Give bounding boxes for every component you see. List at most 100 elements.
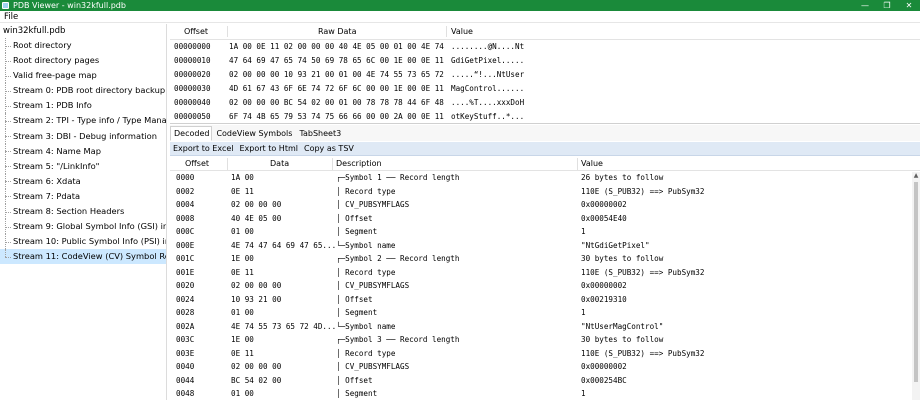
menu-file[interactable]: File <box>0 11 22 23</box>
decoded-description-cell: │ Record type <box>336 267 396 277</box>
decoded-offset-cell: 0002 <box>176 186 195 196</box>
tree-item[interactable]: Stream 8: Section Headers <box>0 204 166 220</box>
decoded-scrollbar[interactable]: ▲ <box>912 172 920 400</box>
scrollbar-thumb[interactable] <box>914 182 918 382</box>
decoded-row[interactable]: 0044 BC 54 02 00 │ Offset 0x000254BC <box>170 374 920 388</box>
decoded-value-cell: 30 bytes to follow <box>581 254 664 263</box>
raw-col-value[interactable]: Value <box>451 27 473 36</box>
decoded-row[interactable]: 001E 0E 11 │ Record type 110E (S_PUB32) ==>… <box>170 266 920 280</box>
tree-item[interactable]: Stream 4: Name Map <box>0 143 166 159</box>
raw-col-data[interactable]: Raw Data <box>318 27 356 36</box>
decoded-description-cell: │ Segment <box>336 227 378 236</box>
decoded-row[interactable]: 001C 1E 00 ┌─Symbol 2 ── Record length 30 b… <box>170 252 920 266</box>
raw-offset-cell: 00000050 <box>174 112 211 121</box>
tree-item[interactable]: Stream 9: Global Symbol Info (GSI) index… <box>0 219 166 235</box>
decoded-value-cell: 110E (S_PUB32) ==> PubSym32 <box>581 267 705 277</box>
tree-item[interactable]: Root directory pages <box>0 53 166 69</box>
decoded-description-cell: │ Offset <box>336 213 373 223</box>
tree-item[interactable]: Stream 10: Public Symbol Info (PSI) inde… <box>0 234 166 250</box>
decoded-data-cell: 02 00 00 00 <box>231 200 282 209</box>
raw-row[interactable]: 00000040 02 00 00 00 BC 54 02 00 01 00 78… <box>170 96 920 110</box>
decoded-col-value[interactable]: Value <box>581 159 603 168</box>
decoded-value-cell: 1 <box>581 308 586 317</box>
decoded-offset-cell: 0028 <box>176 308 195 317</box>
decoded-description-cell: ┌─Symbol 1 ── Record length <box>336 173 460 182</box>
tree-item[interactable]: Stream 2: TPI - Type info / Type Manager <box>0 113 166 129</box>
decoded-offset-cell: 000C <box>176 227 195 236</box>
decoded-value-cell: 0x00054E40 <box>581 213 627 223</box>
decoded-description-cell: ┌─Symbol 2 ── Record length <box>336 254 460 263</box>
minimize-button[interactable]: — <box>854 0 876 11</box>
decoded-row[interactable]: 0028 01 00 │ Segment 1 <box>170 306 920 320</box>
decoded-value-cell: "NtUserMagControl" <box>581 321 664 331</box>
column-divider <box>577 158 578 170</box>
raw-data-header: Offset Raw Data Value <box>170 24 920 40</box>
tree-item[interactable]: Stream 0: PDB root directory backup <box>0 83 166 99</box>
decoded-row[interactable]: 000E 4E 74 47 64 69 47 65... └─Symbol name… <box>170 239 920 253</box>
decoded-value-cell: "NtGdiGetPixel" <box>581 240 650 250</box>
decoded-row[interactable]: 0000 1A 00 ┌─Symbol 1 ── Record length 26 b… <box>170 171 920 185</box>
decoded-offset-cell: 0048 <box>176 389 195 398</box>
raw-col-offset[interactable]: Offset <box>184 27 208 36</box>
tree-item[interactable]: Stream 3: DBI - Debug information <box>0 128 166 144</box>
scroll-up-icon[interactable]: ▲ <box>912 172 920 180</box>
decoded-col-offset[interactable]: Offset <box>185 159 209 168</box>
decoded-row[interactable]: 000C 01 00 │ Segment 1 <box>170 225 920 239</box>
tree-item[interactable]: Stream 1: PDB Info <box>0 98 166 114</box>
raw-row[interactable]: 00000000 1A 00 0E 11 02 00 00 00 40 4E 05… <box>170 40 920 54</box>
decoded-row[interactable]: 0004 02 00 00 00 │ CV_PUBSYMFLAGS 0x0000000… <box>170 198 920 212</box>
raw-data-panel: Offset Raw Data Value 00000000 1A 00 0E 1… <box>170 24 920 124</box>
decoded-offset-cell: 0020 <box>176 281 195 290</box>
decoded-value-cell: 0x00000002 <box>581 362 627 371</box>
raw-row[interactable]: 00000010 47 64 69 47 65 74 50 69 78 65 6C… <box>170 54 920 68</box>
tab-codeview-symbols[interactable]: CodeView Symbols <box>212 126 295 141</box>
raw-value-cell: ....%T....xxxDoH <box>451 98 525 107</box>
decoded-col-description[interactable]: Description <box>336 159 382 168</box>
decoded-description-cell: │ Offset <box>336 294 373 304</box>
decoded-data-cell: 02 00 00 00 <box>231 362 282 371</box>
decoded-data-cell: 0E 11 <box>231 186 254 196</box>
raw-value-cell: GdiGetPixel..... <box>451 56 525 65</box>
decoded-row[interactable]: 0024 10 93 21 00 │ Offset 0x00219310 <box>170 293 920 307</box>
raw-row[interactable]: 00000020 02 00 00 00 10 93 21 00 01 00 4E… <box>170 68 920 82</box>
decoded-offset-cell: 0004 <box>176 200 195 209</box>
copy-tsv-button[interactable]: Copy as TSV <box>301 142 357 156</box>
decoded-offset-cell: 0008 <box>176 213 195 223</box>
decoded-row[interactable]: 002A 4E 74 55 73 65 72 4D... └─Symbol name… <box>170 320 920 334</box>
decoded-description-cell: │ Segment <box>336 308 378 317</box>
raw-row[interactable]: 00000050 6F 74 4B 65 79 53 74 75 66 66 00… <box>170 110 920 124</box>
decoded-value-cell: 110E (S_PUB32) ==> PubSym32 <box>581 186 705 196</box>
decoded-row[interactable]: 0040 02 00 00 00 │ CV_PUBSYMFLAGS 0x0000000… <box>170 360 920 374</box>
tree-item[interactable]: Stream 5: "/LinkInfo" <box>0 158 166 174</box>
decoded-grid: Offset Data Description Value 0000 1A 00 ┌… <box>170 157 920 400</box>
decoded-row[interactable]: 0008 40 4E 05 00 │ Offset 0x00054E40 <box>170 212 920 226</box>
decoded-row[interactable]: 0002 0E 11 │ Record type 110E (S_PUB32) ==>… <box>170 185 920 199</box>
decoded-row[interactable]: 003E 0E 11 │ Record type 110E (S_PUB32) ==>… <box>170 347 920 361</box>
decoded-description-cell: │ CV_PUBSYMFLAGS <box>336 362 410 371</box>
tree-item[interactable]: Stream 7: Pdata <box>0 188 166 205</box>
tree-item[interactable]: Stream 11: CodeView (CV) Symbol Records <box>0 249 166 265</box>
column-divider <box>446 26 447 37</box>
decoded-col-data[interactable]: Data <box>270 159 289 168</box>
tab-tabsheet3[interactable]: TabSheet3 <box>295 126 344 141</box>
close-button[interactable]: ✕ <box>898 0 920 11</box>
tab-bar: Decoded CodeView Symbols TabSheet3 <box>170 125 920 141</box>
export-excel-button[interactable]: Export to Excel <box>170 142 237 156</box>
tree-item[interactable]: Root directory <box>0 38 166 54</box>
decoded-offset-cell: 0040 <box>176 362 195 371</box>
stream-tree: win32kfull.pdb Root directory Root direct… <box>0 24 167 400</box>
tree-item[interactable]: Valid free-page map <box>0 68 166 84</box>
raw-row[interactable]: 00000030 4D 61 67 43 6F 6E 74 72 6F 6C 00… <box>170 82 920 96</box>
decoded-row[interactable]: 0048 01 00 │ Segment 1 <box>170 387 920 401</box>
tree-root[interactable]: win32kfull.pdb <box>0 24 166 38</box>
decoded-offset-cell: 0000 <box>176 173 195 182</box>
export-html-button[interactable]: Export to Html <box>237 142 301 156</box>
decoded-row[interactable]: 003C 1E 00 ┌─Symbol 3 ── Record length 30 b… <box>170 333 920 347</box>
decoded-description-cell: │ CV_PUBSYMFLAGS <box>336 200 410 209</box>
export-toolbar: Export to Excel Export to Html Copy as T… <box>170 142 920 156</box>
tab-decoded[interactable]: Decoded <box>170 126 213 141</box>
decoded-data-cell: 40 4E 05 00 <box>231 213 282 223</box>
maximize-button[interactable]: ❐ <box>876 0 898 11</box>
decoded-row[interactable]: 0020 02 00 00 00 │ CV_PUBSYMFLAGS 0x0000000… <box>170 279 920 293</box>
tree-item[interactable]: Stream 6: Xdata <box>0 173 166 190</box>
